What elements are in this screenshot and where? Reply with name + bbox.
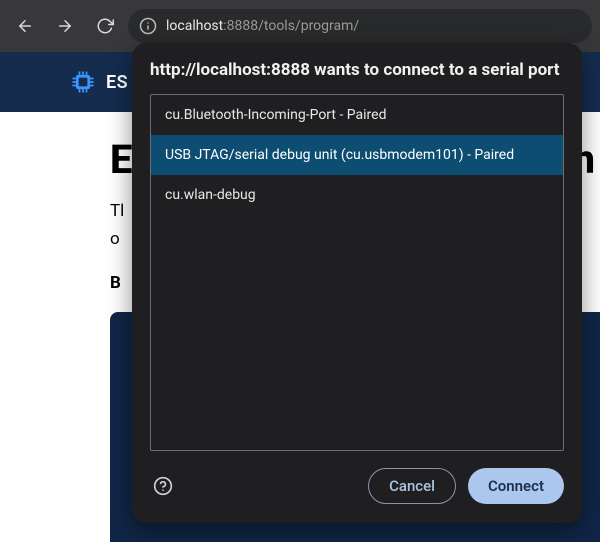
reload-button[interactable]	[88, 9, 122, 43]
back-button[interactable]	[8, 9, 42, 43]
reload-icon	[96, 17, 114, 35]
port-option[interactable]: cu.Bluetooth-Incoming-Port - Paired	[151, 95, 563, 135]
arrow-right-icon	[56, 17, 74, 35]
site-info-icon[interactable]	[138, 16, 158, 36]
help-button[interactable]	[150, 473, 176, 499]
address-bar[interactable]: localhost:8888/tools/program/	[128, 9, 592, 43]
url-text: localhost:8888/tools/program/	[166, 18, 359, 34]
serial-port-dialog: http://localhost:8888 wants to connect t…	[132, 43, 582, 523]
arrow-left-icon	[16, 17, 34, 35]
dialog-title: http://localhost:8888 wants to connect t…	[150, 59, 564, 82]
cancel-button[interactable]: Cancel	[368, 468, 456, 504]
help-icon	[153, 476, 173, 496]
port-list[interactable]: cu.Bluetooth-Incoming-Port - Paired USB …	[150, 94, 564, 451]
forward-button[interactable]	[48, 9, 82, 43]
connect-button[interactable]: Connect	[468, 468, 564, 504]
dialog-footer: Cancel Connect	[150, 451, 564, 507]
chip-icon	[68, 67, 98, 97]
brand-text: ES	[106, 72, 128, 93]
port-option[interactable]: USB JTAG/serial debug unit (cu.usbmodem1…	[151, 135, 563, 175]
port-option[interactable]: cu.wlan-debug	[151, 175, 563, 215]
